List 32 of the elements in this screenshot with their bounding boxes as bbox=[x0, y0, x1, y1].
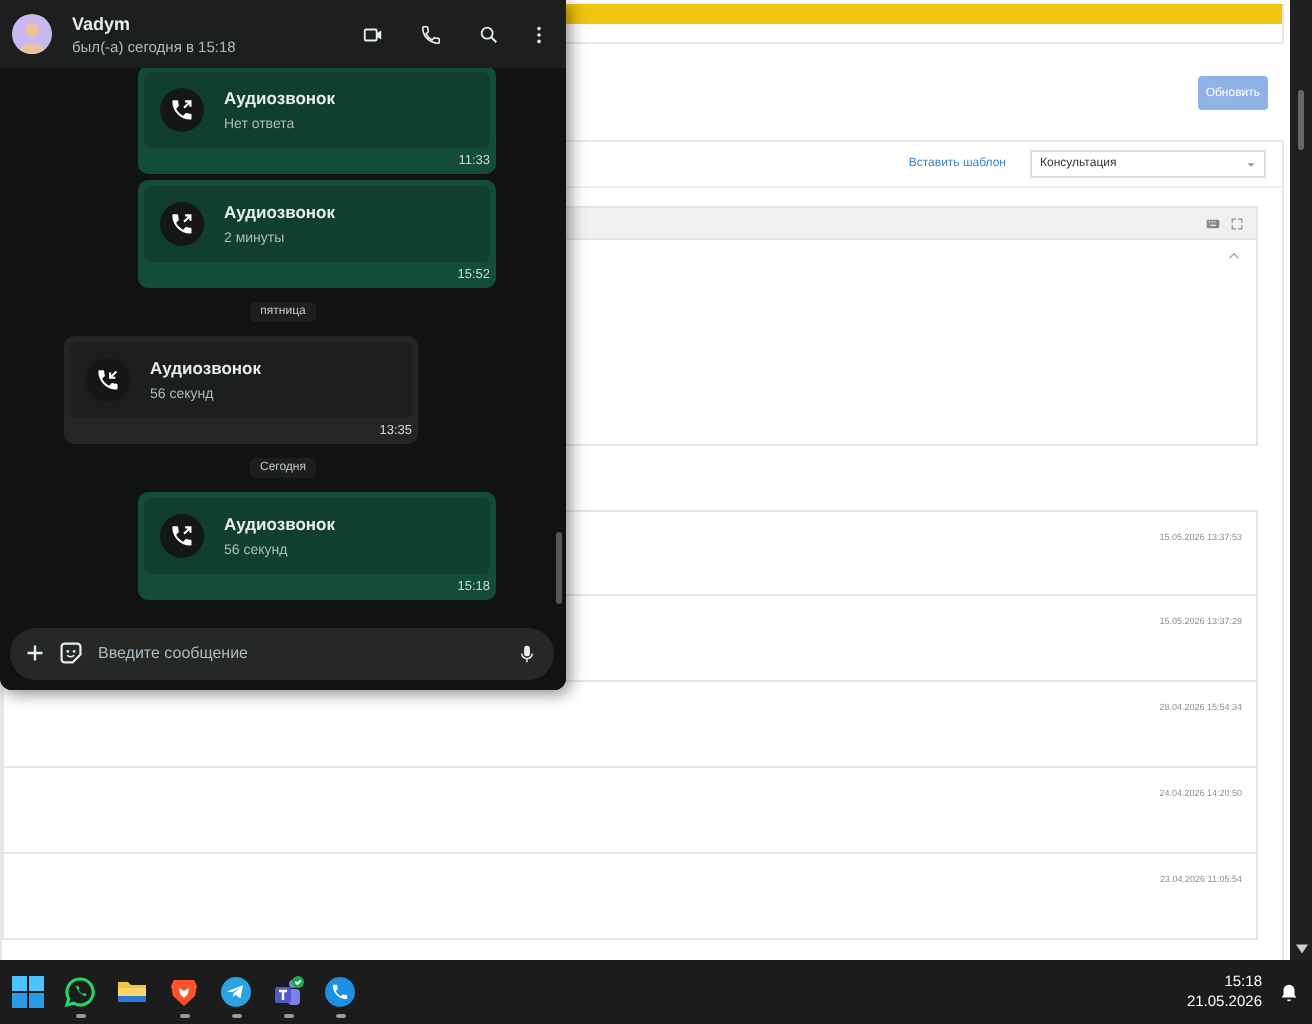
microphone-icon[interactable] bbox=[520, 643, 534, 663]
lion-shield-icon[interactable] bbox=[168, 976, 200, 1008]
call-title: Аудиозвонок bbox=[224, 202, 335, 222]
call-title: Аудиозвонок bbox=[150, 358, 261, 378]
keyboard-icon[interactable] bbox=[1206, 217, 1220, 229]
outgoing-call-icon bbox=[160, 88, 204, 132]
outgoing-call-icon bbox=[160, 202, 204, 246]
search-icon[interactable] bbox=[478, 23, 500, 45]
caret-icon bbox=[1246, 161, 1256, 167]
message-input-bar[interactable]: Введите сообщение bbox=[10, 627, 554, 679]
plus-icon[interactable] bbox=[26, 644, 44, 662]
incoming-call-icon bbox=[86, 358, 130, 402]
folder-icon[interactable] bbox=[116, 976, 148, 1008]
windows-start-icon[interactable] bbox=[12, 976, 44, 1008]
call-title: Аудиозвонок bbox=[224, 514, 335, 534]
menu-icon[interactable] bbox=[536, 23, 542, 45]
phone-icon[interactable] bbox=[324, 976, 356, 1008]
team-people-icon[interactable] bbox=[272, 976, 304, 1008]
scroll-down-icon[interactable] bbox=[1295, 944, 1307, 954]
paper-plane-icon[interactable] bbox=[220, 976, 252, 1008]
avatar-icon[interactable] bbox=[12, 14, 52, 54]
notification-bell-icon[interactable] bbox=[1278, 981, 1300, 1003]
call-title: Аудиозвонок bbox=[224, 88, 335, 108]
sticker-icon[interactable] bbox=[60, 642, 82, 664]
phone-icon[interactable] bbox=[420, 23, 442, 45]
contact-name: Vadym bbox=[72, 13, 133, 33]
outgoing-call-icon bbox=[160, 514, 204, 558]
message-input[interactable]: Введите сообщение bbox=[98, 644, 504, 662]
fullscreen-icon[interactable] bbox=[1230, 217, 1244, 229]
chat-bubble-icon[interactable] bbox=[64, 976, 96, 1008]
scrollbar[interactable] bbox=[1290, 0, 1312, 960]
video-call-icon[interactable] bbox=[362, 23, 384, 45]
